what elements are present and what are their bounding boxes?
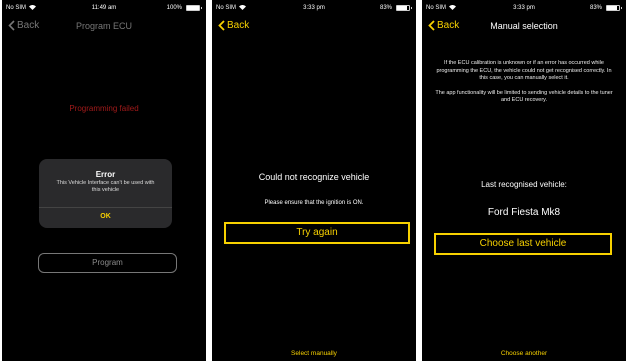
- info-text: If the ECU calibration is unknown or if …: [432, 60, 616, 112]
- info-paragraph-1: If the ECU calibration is unknown or if …: [436, 60, 612, 81]
- try-again-button[interactable]: Try again: [224, 222, 410, 244]
- back-label: Back: [227, 20, 250, 31]
- nav-bar: Back: [212, 16, 416, 38]
- screen-manual-selection: No SIM 3:33 pm 83% Back Manual selection…: [422, 0, 626, 361]
- choose-last-vehicle-button[interactable]: Choose last vehicle: [434, 233, 612, 255]
- battery-icon: [186, 5, 202, 11]
- nav-bar: Back Manual selection: [422, 16, 626, 38]
- status-bar: No SIM 3:33 pm 83%: [212, 0, 416, 16]
- vehicle-name: Ford Fiesta Mk8: [487, 207, 561, 218]
- battery-icon: [396, 5, 412, 11]
- chevron-left-icon: [218, 20, 225, 31]
- screen-program-ecu: No SIM 11:49 am 100% Back Program ECU Pr…: [2, 0, 206, 361]
- nav-bar: Back Program ECU: [2, 16, 206, 38]
- page-title: Manual selection: [490, 21, 558, 31]
- status-bar: No SIM 11:49 am 100%: [2, 0, 206, 16]
- program-button[interactable]: Program: [38, 253, 177, 273]
- info-paragraph-2: The app functionality will be limited to…: [435, 89, 613, 104]
- error-alert: Error This Vehicle Interface can't be us…: [39, 159, 172, 228]
- battery-percent: 100%: [166, 5, 182, 11]
- alert-message: This Vehicle Interface can't be used wit…: [56, 180, 155, 193]
- battery-percent: 83%: [589, 5, 602, 11]
- status-bar: No SIM 3:33 pm 83%: [422, 0, 626, 16]
- choose-another-link[interactable]: Choose another: [422, 350, 626, 357]
- back-button[interactable]: Back: [218, 20, 249, 31]
- battery-percent: 83%: [379, 5, 392, 11]
- alert-divider: [39, 207, 172, 208]
- page-title: Program ECU: [75, 21, 132, 31]
- alert-title: Error: [95, 170, 116, 179]
- programming-failed-text: Programming failed: [69, 104, 139, 113]
- battery-icon: [606, 5, 622, 11]
- headline: Could not recognize vehicle: [258, 172, 370, 182]
- screen-vehicle-recognition: No SIM 3:33 pm 83% Back Could not recogn…: [212, 0, 416, 361]
- select-manually-link[interactable]: Select manually: [212, 350, 416, 357]
- ignition-hint: Please ensure that the ignition is ON.: [264, 200, 364, 206]
- ok-button[interactable]: OK: [39, 213, 172, 220]
- last-vehicle-label: Last recognised vehicle:: [481, 180, 567, 189]
